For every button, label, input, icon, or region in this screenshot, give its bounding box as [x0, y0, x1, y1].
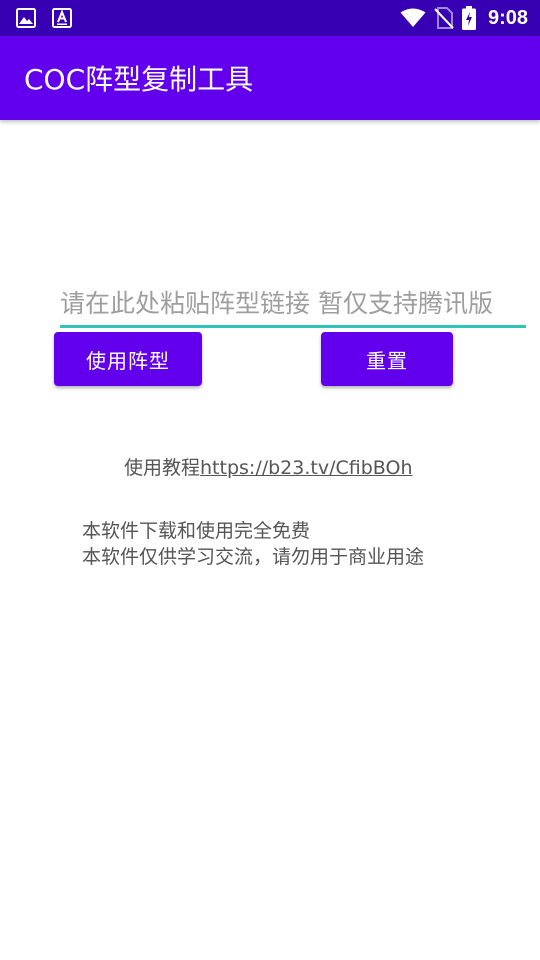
link-input[interactable] — [60, 282, 526, 325]
wifi-icon — [400, 8, 426, 27]
status-time: 9:08 — [487, 6, 528, 29]
no-sim-icon — [434, 7, 454, 29]
free-notice: 本软件下载和使用完全免费 — [82, 520, 311, 542]
usage-notice: 本软件仅供学习交流，请勿用于商业用途 — [82, 546, 425, 568]
use-formation-button[interactable]: 使用阵型 — [54, 332, 202, 386]
text-a-icon — [52, 8, 72, 28]
tutorial-line: 使用教程https://b23.tv/CfibBOh — [124, 453, 413, 480]
app-title: COC阵型复制工具 — [24, 63, 254, 96]
link-input-field — [60, 282, 526, 328]
tutorial-link[interactable]: https://b23.tv/CfibBOh — [200, 457, 412, 479]
reset-button[interactable]: 重置 — [321, 332, 453, 386]
tutorial-label: 使用教程 — [124, 457, 201, 479]
battery-charging-icon — [461, 6, 476, 30]
status-bar: 9:08 — [0, 0, 540, 36]
app-bar: COC阵型复制工具 — [0, 36, 540, 120]
image-icon — [16, 8, 36, 28]
status-icons: 9:08 — [400, 0, 528, 36]
